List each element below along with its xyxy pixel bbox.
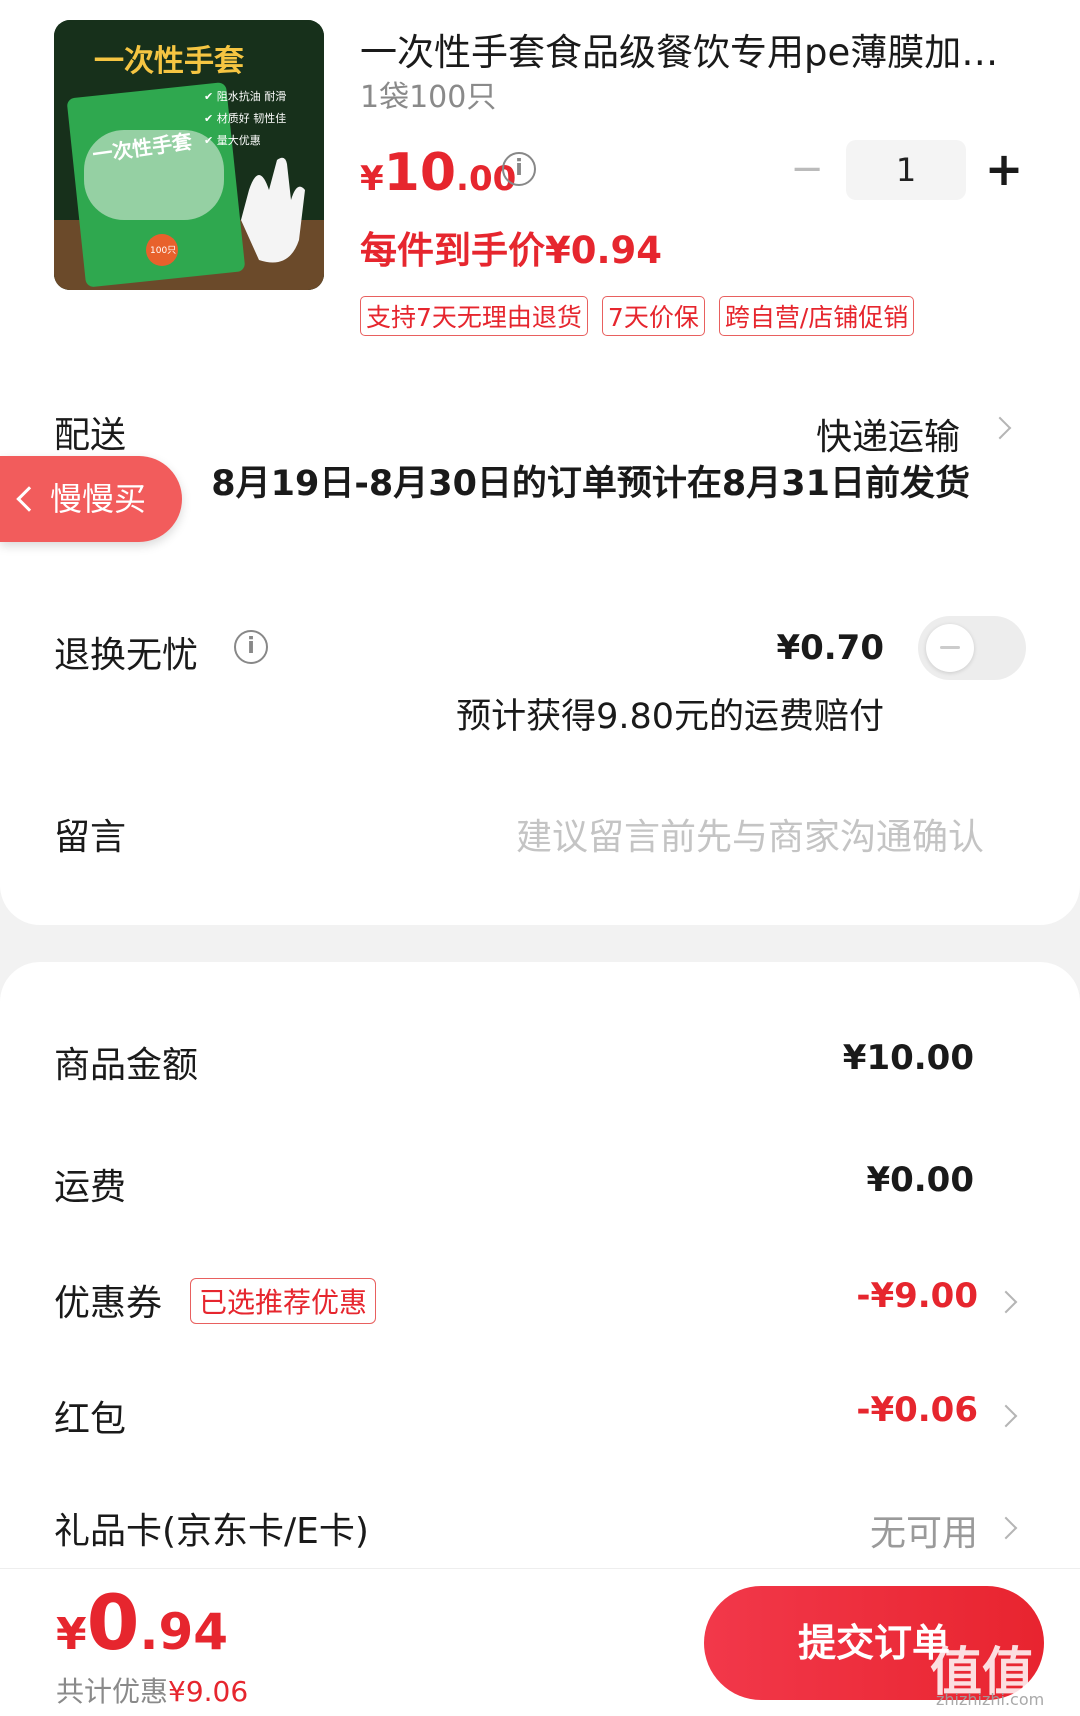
coupon-value[interactable]: -¥9.00 <box>856 1276 978 1316</box>
return-service-note: 预计获得9.80元的运费赔付 <box>456 697 884 737</box>
shipping-fee-label: 运费 <box>54 1167 127 1208</box>
total-symbol: ¥ <box>56 1609 87 1660</box>
red-packet-value[interactable]: -¥0.06 <box>856 1390 978 1430</box>
gift-card-label: 礼品卡(京东卡/E卡) <box>54 1511 369 1552</box>
coupon-label: 优惠券 <box>54 1283 163 1324</box>
shipping-fee-value: ¥0.00 <box>866 1160 974 1200</box>
slow-buy-label: 慢慢买 <box>50 480 147 518</box>
total-decimal: .94 <box>139 1603 229 1661</box>
service-tag: 支持7天无理由退货 <box>360 296 588 336</box>
delivery-method[interactable]: 快递运输 <box>816 408 960 460</box>
feature-line: ✔ 量大优惠 <box>204 134 261 147</box>
goods-amount-label: 商品金额 <box>54 1045 199 1086</box>
gift-card-value[interactable]: 无可用 <box>870 1504 978 1556</box>
product-title[interactable]: 一次性手套食品级餐饮专用pe薄膜加厚家用盒装透明塑料 <box>360 22 1000 76</box>
feature-line: ✔ 阻水抗油 耐滑 <box>204 90 287 103</box>
goods-amount-value: ¥10.00 <box>842 1038 974 1078</box>
service-tags: 支持7天无理由退货 7天价保 跨自营/店铺促销 <box>360 296 915 336</box>
back-arrow-icon <box>16 486 42 512</box>
price-info-icon[interactable]: i <box>502 152 536 186</box>
coupon-badge: 已选推荐优惠 <box>190 1278 377 1324</box>
quantity-increase-button[interactable]: + <box>984 146 1024 192</box>
shipping-note: 8月19日-8月30日的订单预计在8月31日前发货 <box>211 464 970 504</box>
message-input[interactable]: 建议留言前先与商家沟通确认 <box>516 808 984 860</box>
return-service-price: ¥0.70 <box>776 628 884 668</box>
product-image[interactable]: 一次性手套 ✔ 阻水抗油 耐滑 ✔ 材质好 韧性佳 ✔ 量大优惠 一次性手套 1… <box>54 20 324 290</box>
product-badge: 100只 <box>150 246 177 256</box>
return-service-label: 退换无忧 <box>54 635 199 676</box>
red-packet-label: 红包 <box>54 1399 127 1440</box>
discount-label: 共计优惠 <box>56 1675 169 1708</box>
feature-line: ✔ 材质好 韧性佳 <box>204 112 287 125</box>
product-spec: 1袋100只 <box>360 80 497 115</box>
quantity-decrease-button[interactable]: − <box>790 149 824 190</box>
service-tag: 7天价保 <box>601 296 705 336</box>
message-label: 留言 <box>54 817 127 858</box>
total-discount: 共计优惠¥9.06 <box>56 1670 248 1710</box>
quantity-input[interactable]: 1 <box>846 140 966 200</box>
toggle-knob <box>926 624 974 672</box>
price-symbol: ¥ <box>360 159 384 199</box>
product-image-banner: 一次性手套 <box>94 44 244 79</box>
service-tag: 跨自营/店铺促销 <box>718 296 915 336</box>
watermark-url: zhizhizhi.com <box>936 1690 1045 1709</box>
delivery-label: 配送 <box>54 415 127 456</box>
return-service-info-icon[interactable]: i <box>234 630 268 664</box>
price-integer: 10 <box>383 143 457 203</box>
return-service-toggle[interactable] <box>918 616 1026 680</box>
arrive-price: 每件到手价¥0.94 <box>360 229 663 272</box>
total-price: ¥0.94 <box>56 1578 228 1667</box>
product-image-features: ✔ 阻水抗油 耐滑 ✔ 材质好 韧性佳 ✔ 量大优惠 <box>204 86 286 152</box>
discount-value: ¥9.06 <box>168 1675 249 1708</box>
slow-buy-button[interactable]: 慢慢买 <box>0 456 182 542</box>
unit-price: ¥10.00 <box>360 143 516 203</box>
total-integer: 0 <box>86 1578 140 1667</box>
